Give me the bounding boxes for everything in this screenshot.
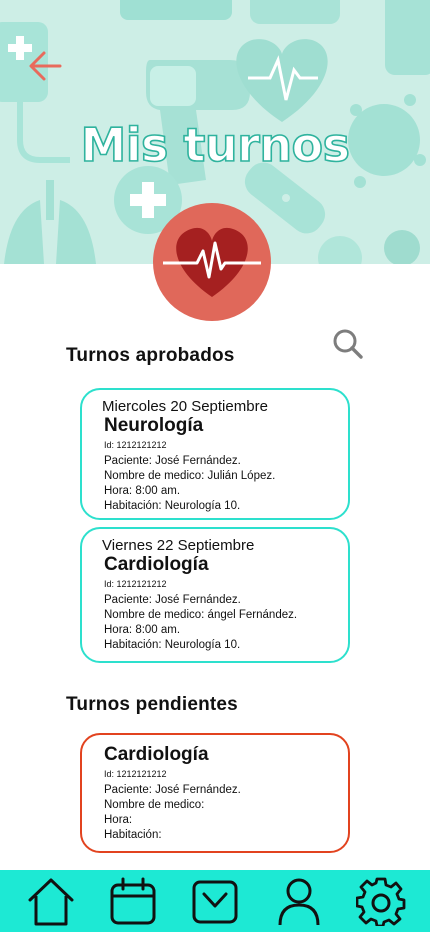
appointment-card-approved[interactable]: Miercoles 20 Septiembre Neurología Id: 1…	[80, 388, 350, 520]
appointment-room: Habitación: Neurología 10.	[104, 639, 241, 651]
appointment-doctor: Nombre de medico: Julián López.	[104, 470, 276, 482]
search-icon[interactable]	[330, 326, 364, 360]
appointment-room: Habitación: Neurología 10.	[104, 500, 241, 512]
appointment-patient: Paciente: José Fernández.	[104, 784, 241, 796]
appointment-patient: Paciente: José Fernández.	[104, 594, 241, 606]
appointment-specialty: Cardiología	[104, 554, 209, 575]
appointment-id: Id: 1212121212	[104, 440, 167, 450]
appointment-id: Id: 1212121212	[104, 579, 167, 589]
home-icon[interactable]	[26, 876, 76, 926]
inbox-icon[interactable]	[190, 876, 240, 926]
appointment-specialty: Cardiología	[104, 744, 209, 765]
appointment-date: Viernes 22 Septiembre	[102, 537, 255, 554]
appointment-doctor: Nombre de medico: ángel Fernández.	[104, 609, 298, 621]
appointment-time: Hora: 8:00 am.	[104, 485, 181, 497]
appointment-time: Hora: 8:00 am.	[104, 624, 181, 636]
heart-pulse-icon	[153, 203, 271, 321]
pending-section-title: Turnos pendientes	[66, 694, 238, 715]
appointment-id: Id: 1212121212	[104, 769, 167, 779]
appointment-card-approved[interactable]: Viernes 22 Septiembre Cardiología Id: 12…	[80, 527, 350, 663]
appointment-room: Habitación:	[104, 829, 162, 841]
appointment-card-pending[interactable]: Cardiología Id: 1212121212 Paciente: Jos…	[80, 733, 350, 853]
gear-icon[interactable]	[356, 876, 406, 926]
bottom-navigation	[0, 870, 430, 932]
calendar-icon[interactable]	[108, 876, 158, 926]
appointment-patient: Paciente: José Fernández.	[104, 455, 241, 467]
appointment-date: Miercoles 20 Septiembre	[102, 398, 268, 415]
appointment-doctor: Nombre de medico:	[104, 799, 205, 811]
page-title: Mis turnos	[80, 117, 351, 173]
appointment-specialty: Neurología	[104, 415, 204, 436]
user-icon[interactable]	[274, 876, 324, 926]
back-arrow-icon[interactable]	[26, 48, 66, 84]
appointment-time: Hora:	[104, 814, 133, 826]
approved-section-title: Turnos aprobados	[66, 345, 235, 366]
